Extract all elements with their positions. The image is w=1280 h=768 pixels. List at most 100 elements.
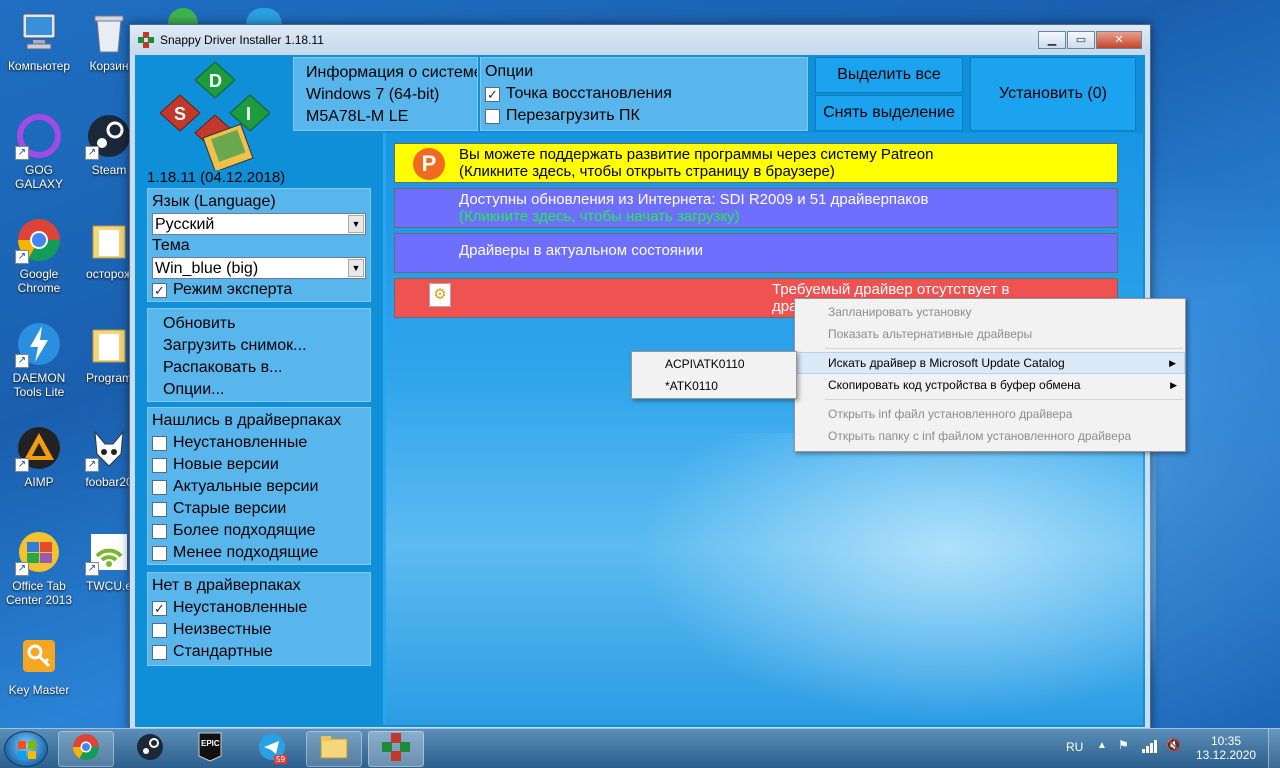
clock-time: 10:35	[1210, 734, 1242, 748]
theme-select[interactable]: Win_blue (big) ▼	[152, 257, 366, 279]
reboot-checkbox[interactable]	[485, 108, 500, 124]
reboot-option[interactable]: Перезагрузить ПК	[485, 105, 803, 127]
filter-missing-not-installed[interactable]: ✓ Неустановленные	[152, 597, 366, 619]
expert-mode-checkbox[interactable]: ✓	[152, 282, 167, 298]
chrome-icon: ↗	[15, 216, 63, 264]
desktop-icon-daemon-tools[interactable]: ↗ DAEMON Tools Lite	[0, 320, 78, 399]
copy-device-id-item[interactable]: Скопировать код устройства в буфер обмен…	[795, 374, 1185, 396]
context-menu: Запланировать установку Показать альтерн…	[794, 298, 1186, 452]
shortcut-arrow-icon: ↗	[85, 562, 99, 576]
notification-badge: 59	[274, 755, 287, 764]
open-inf-folder-item[interactable]: Открыть папку с inf файлом установленног…	[795, 425, 1185, 447]
submenu-arrow-icon: ▶	[1169, 358, 1176, 368]
patreon-banner[interactable]: P Вы можете поддержать развитие программ…	[394, 143, 1118, 183]
filter-old-versions[interactable]: Старые версии	[152, 498, 366, 520]
language-indicator[interactable]: RU	[1066, 740, 1083, 754]
checkbox[interactable]: ✓	[152, 600, 167, 616]
hardware-id-item[interactable]: ACPI\ATK0110	[632, 353, 796, 375]
steam-icon	[136, 733, 164, 766]
shortcut-arrow-icon: ↗	[85, 458, 99, 472]
logo-letter-d: D	[209, 71, 222, 91]
checkbox[interactable]	[152, 523, 167, 539]
steam-icon: ↗	[85, 112, 133, 160]
show-desktop-button[interactable]	[1268, 729, 1280, 768]
desktop-icon-office-tab[interactable]: ↗ Office Tab Center 2013	[0, 528, 78, 607]
refresh-action[interactable]: Обновить	[152, 313, 366, 335]
language-value: Русский	[155, 216, 215, 233]
system-info-heading: Информация о системе	[306, 64, 478, 81]
desktop-icon-label: Google Chrome	[17, 267, 61, 295]
uptodate-banner[interactable]: Драйверы в актуальном состоянии	[394, 233, 1118, 273]
key-icon	[15, 632, 63, 680]
filter-not-installed[interactable]: Неустановленные	[152, 432, 366, 454]
filter-current-versions[interactable]: Актуальные версии	[152, 476, 366, 498]
language-select[interactable]: Русский ▼	[152, 213, 366, 235]
title-bar[interactable]: Snappy Driver Installer 1.18.11 ▁ ▭ ✕	[130, 25, 1150, 55]
show-hidden-icons[interactable]: ▲	[1097, 740, 1107, 751]
system-clock[interactable]: 10:35 13.12.2020	[1196, 734, 1256, 762]
taskbar-steam[interactable]	[122, 731, 178, 767]
checkbox[interactable]	[152, 644, 167, 660]
compatible-id-item[interactable]: *ATK0110	[632, 375, 796, 397]
desktop-icon-key-master[interactable]: Key Master	[0, 632, 78, 697]
options-action[interactable]: Опции...	[152, 379, 366, 401]
desktop-icon-gog-galaxy[interactable]: ↗ GOG GALAXY	[0, 112, 78, 191]
restore-point-checkbox[interactable]: ✓	[485, 86, 500, 102]
shortcut-arrow-icon: ↗	[15, 354, 29, 368]
close-button[interactable]: ✕	[1096, 31, 1142, 49]
filter-new-versions[interactable]: Новые версии	[152, 454, 366, 476]
extract-to-action[interactable]: Распаковать в...	[152, 357, 366, 379]
desktop-icon-label: foobar20	[85, 475, 133, 489]
open-inf-item[interactable]: Открыть inf файл установленного драйвера	[795, 403, 1185, 425]
foobar-icon: ↗	[85, 424, 133, 472]
desktop-icon-aimp[interactable]: ↗ AIMP	[0, 424, 78, 489]
daemon-tools-icon: ↗	[15, 320, 63, 368]
expert-mode-option[interactable]: ✓ Режим эксперта	[152, 279, 366, 301]
patreon-icon: P	[413, 148, 445, 180]
filter-standard[interactable]: Стандартные	[152, 641, 366, 663]
restore-point-option[interactable]: ✓ Точка восстановления	[485, 83, 803, 105]
action-center-flag-icon[interactable]: ⚑	[1118, 738, 1129, 752]
maximize-button[interactable]: ▭	[1067, 31, 1095, 49]
version-label: 1.18.11 (04.12.2018)	[147, 169, 286, 186]
load-snapshot-action[interactable]: Загрузить снимок...	[152, 335, 366, 357]
schedule-install-item[interactable]: Запланировать установку	[795, 301, 1185, 323]
chevron-down-icon[interactable]: ▼	[348, 259, 364, 277]
deselect-button[interactable]: Снять выделение	[815, 95, 963, 131]
checkbox[interactable]	[152, 479, 167, 495]
taskbar-telegram[interactable]: 59	[244, 731, 300, 767]
search-update-catalog-item[interactable]: Искать драйвер в Microsoft Update Catalo…	[795, 352, 1185, 374]
filter-unknown[interactable]: Неизвестные	[152, 619, 366, 641]
restore-point-label: Точка восстановления	[506, 85, 672, 102]
updates-banner[interactable]: Доступны обновления из Интернета: SDI R2…	[394, 188, 1118, 228]
taskbar-chrome[interactable]	[58, 731, 114, 767]
taskbar-epic-games[interactable]: EPIC	[182, 731, 238, 767]
submenu: ACPI\ATK0110 *ATK0110	[631, 351, 797, 399]
network-signal-icon[interactable]	[1142, 739, 1158, 756]
filter-label: Стандартные	[173, 643, 273, 660]
checkbox[interactable]	[152, 457, 167, 473]
checkbox[interactable]	[152, 545, 167, 561]
volume-icon[interactable]: 🔇	[1166, 738, 1181, 752]
filter-worse-match[interactable]: Менее подходящие	[152, 542, 366, 564]
filter-better-match[interactable]: Более подходящие	[152, 520, 366, 542]
desktop-icon-chrome[interactable]: ↗ Google Chrome	[0, 216, 78, 295]
start-button[interactable]	[4, 731, 48, 767]
taskbar-explorer[interactable]	[306, 731, 362, 767]
checkbox[interactable]	[152, 622, 167, 638]
chevron-down-icon[interactable]: ▼	[348, 215, 364, 233]
reboot-label: Перезагрузить ПК	[506, 107, 640, 124]
select-all-button[interactable]: Выделить все	[815, 57, 963, 93]
desktop-icon-label: AIMP	[24, 475, 54, 489]
show-alternatives-item[interactable]: Показать альтернативные драйверы	[795, 323, 1185, 345]
install-button[interactable]: Установить (0)	[970, 57, 1136, 131]
desktop-icon-label: Компьютер	[7, 59, 71, 73]
checkbox[interactable]	[152, 435, 167, 451]
checkbox[interactable]	[152, 501, 167, 517]
minimize-button[interactable]: ▁	[1038, 31, 1066, 49]
taskbar-sdi[interactable]	[368, 731, 424, 767]
desktop-icon-label: Корзин	[89, 59, 129, 73]
partial-desktop-icon	[246, 8, 282, 24]
system-board: M5A78L-M LE	[306, 108, 409, 125]
desktop-icon-computer[interactable]: Компьютер	[0, 8, 78, 73]
